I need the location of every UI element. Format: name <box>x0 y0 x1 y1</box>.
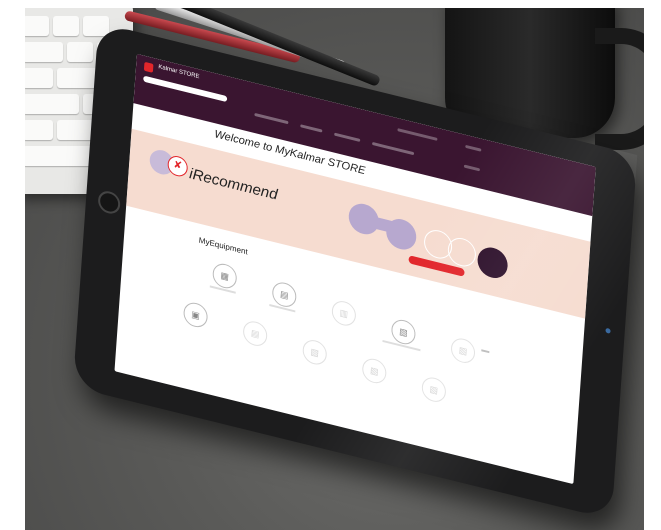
account-link[interactable] <box>397 128 438 141</box>
outline-circle-2-icon <box>446 234 477 270</box>
desk-photo: Kalmar STORE Welcome to MyKalmar STORE ✘… <box>25 8 644 530</box>
container-handler-icon[interactable]: ▣ <box>182 300 209 330</box>
nav-item-1[interactable] <box>254 112 289 125</box>
nav-item-2[interactable] <box>300 124 323 133</box>
section-title: MyEquipment <box>198 235 248 257</box>
nav-item-4[interactable] <box>372 141 415 156</box>
truck-icon[interactable]: ▨ <box>421 374 447 405</box>
pager[interactable] <box>481 349 490 354</box>
cart-link[interactable] <box>463 164 480 172</box>
login-link[interactable] <box>465 144 482 152</box>
dark-circle-icon <box>476 244 509 282</box>
recommend-mark-icon: ✘ <box>167 153 189 179</box>
mug-handle <box>595 28 644 150</box>
search-input[interactable] <box>143 75 228 103</box>
nav-item-3[interactable] <box>334 132 361 142</box>
empty-handler-icon[interactable]: ▤ <box>242 318 268 349</box>
camera-icon <box>605 327 611 334</box>
spreader-icon[interactable]: ▨ <box>361 356 388 386</box>
banner-title: iRecommend <box>188 165 279 204</box>
kalmar-logo-icon <box>143 61 154 73</box>
straddle-carrier-icon[interactable]: ▨ <box>450 335 476 366</box>
forklift-icon[interactable]: ▥ <box>331 298 357 329</box>
crane-icon[interactable]: ▧ <box>301 337 328 368</box>
